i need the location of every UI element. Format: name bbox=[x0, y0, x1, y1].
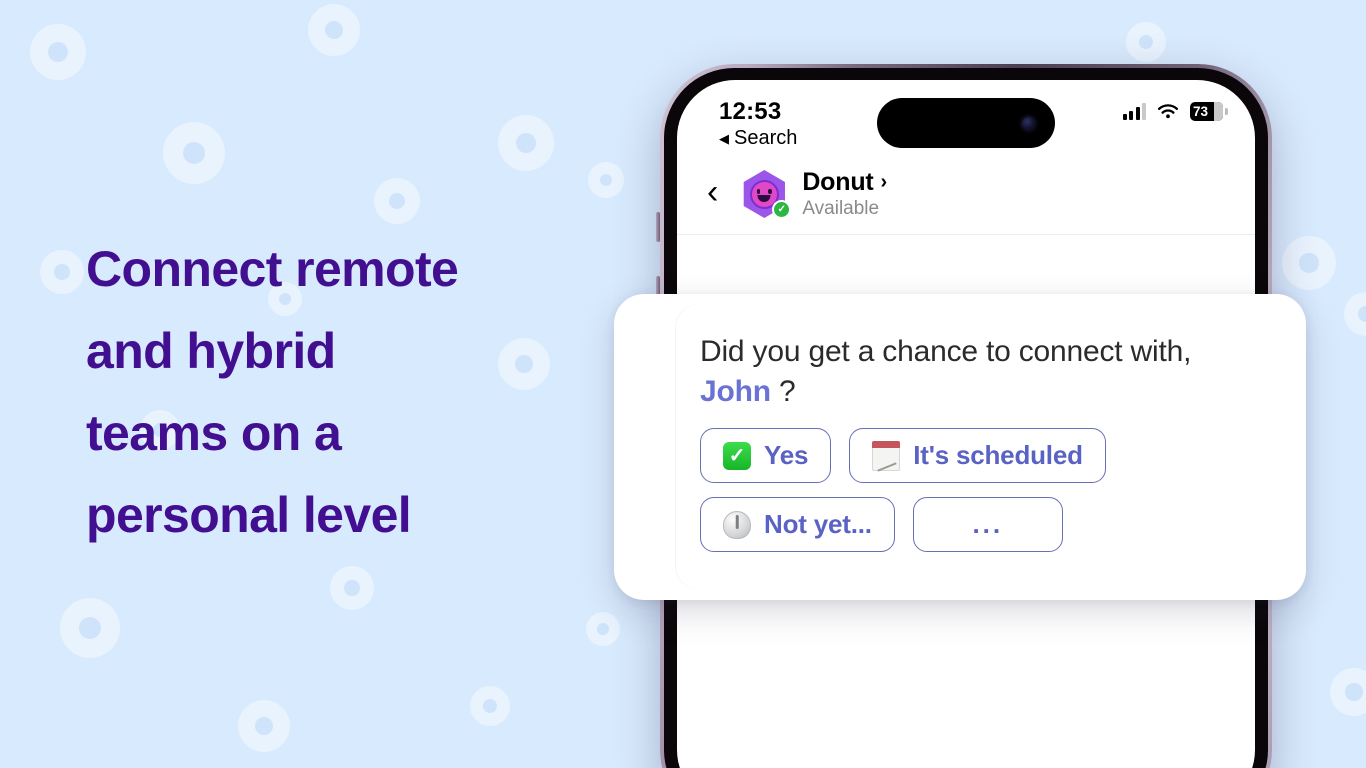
app-header: ‹ ✓ Donut › Available bbox=[677, 162, 1255, 235]
donut-ring-decoration bbox=[1282, 236, 1336, 290]
donut-ring-decoration bbox=[588, 162, 624, 198]
status-bar-right: 73 bbox=[1122, 102, 1228, 121]
app-title: Donut bbox=[802, 168, 874, 196]
check-badge-icon: ✓ bbox=[772, 200, 792, 219]
donut-ring-decoration bbox=[163, 122, 225, 184]
wifi-icon bbox=[1157, 103, 1179, 118]
app-title-row[interactable]: Donut › bbox=[802, 168, 887, 197]
app-header-text: Donut › Available bbox=[802, 168, 887, 220]
presence-status-label: Available bbox=[802, 198, 880, 219]
headline-line: personal level bbox=[86, 487, 412, 543]
return-label: Search bbox=[734, 127, 798, 149]
message-card-outer: Did you get a chance to connect with, Jo… bbox=[614, 294, 1306, 600]
donut-ring-decoration bbox=[30, 24, 86, 80]
message-card: Did you get a chance to connect with, Jo… bbox=[676, 304, 1248, 590]
donut-ring-decoration bbox=[498, 115, 554, 171]
reply-button-its-scheduled[interactable]: It's scheduled bbox=[849, 428, 1106, 483]
back-triangle-icon: ◀ bbox=[719, 131, 729, 146]
dynamic-island[interactable] bbox=[877, 98, 1055, 148]
reply-button-more[interactable]: ... bbox=[912, 497, 1063, 552]
message-text-before: Did you get a chance to connect with, bbox=[700, 335, 1192, 368]
status-bar-left: 12:53 ◀ Search bbox=[719, 98, 797, 150]
donut-app-avatar-icon[interactable]: ✓ bbox=[740, 170, 792, 219]
return-to-search-link[interactable]: ◀ Search bbox=[719, 127, 797, 150]
reply-button-group: ✓ Yes It's scheduled Not yet... ... bbox=[700, 428, 1222, 552]
front-camera-icon bbox=[1022, 116, 1035, 130]
donut-ring-decoration bbox=[1330, 668, 1366, 716]
donut-ring-decoration bbox=[470, 686, 510, 726]
message-text-after: ? bbox=[770, 375, 796, 408]
cellular-signal-icon bbox=[1122, 103, 1146, 120]
donut-ring-decoration bbox=[60, 598, 120, 658]
avatar-eye-left bbox=[756, 188, 761, 194]
donut-ring-decoration bbox=[40, 250, 84, 294]
donut-ring-decoration bbox=[330, 566, 374, 610]
chevron-right-icon: › bbox=[880, 171, 888, 193]
donut-ring-decoration bbox=[308, 4, 360, 56]
donut-ring-decoration bbox=[586, 612, 620, 646]
spiral-notepad-icon bbox=[872, 440, 901, 471]
white-check-mark-icon: ✓ bbox=[723, 441, 751, 470]
reply-button-not-yet[interactable]: Not yet... bbox=[700, 497, 895, 552]
reply-button-label: It's scheduled bbox=[913, 440, 1083, 470]
battery-remaining-indicator bbox=[1214, 102, 1223, 121]
reply-button-label: Not yet... bbox=[764, 509, 872, 539]
avatar-eye-right bbox=[768, 188, 772, 194]
status-bar: 12:53 ◀ Search 73 bbox=[677, 80, 1255, 162]
status-time: 12:53 bbox=[719, 98, 782, 125]
reply-button-label: Yes bbox=[764, 440, 809, 470]
headline-line: teams on a bbox=[86, 405, 342, 461]
page-headline: Connect remote and hybrid teams on a per… bbox=[86, 228, 606, 556]
donut-ring-decoration bbox=[374, 178, 420, 224]
message-text: Did you get a chance to connect with, Jo… bbox=[700, 332, 1222, 412]
silent-switch-button[interactable] bbox=[656, 212, 660, 242]
donut-ring-decoration bbox=[1344, 292, 1366, 336]
mention-john[interactable]: John bbox=[700, 375, 771, 408]
headline-line: Connect remote bbox=[86, 241, 459, 297]
headline-line: and hybrid bbox=[86, 323, 336, 379]
timer-clock-icon bbox=[723, 510, 751, 539]
donut-ring-decoration bbox=[1126, 22, 1166, 62]
battery-icon: 73 bbox=[1190, 102, 1228, 121]
back-chevron-icon[interactable]: ‹ bbox=[699, 175, 726, 213]
reply-button-yes[interactable]: ✓ Yes bbox=[700, 428, 832, 483]
avatar-mouth bbox=[757, 194, 771, 202]
reply-button-label: ... bbox=[972, 509, 1004, 539]
battery-percent-label: 73 bbox=[1193, 104, 1209, 119]
donut-ring-decoration bbox=[238, 700, 290, 752]
